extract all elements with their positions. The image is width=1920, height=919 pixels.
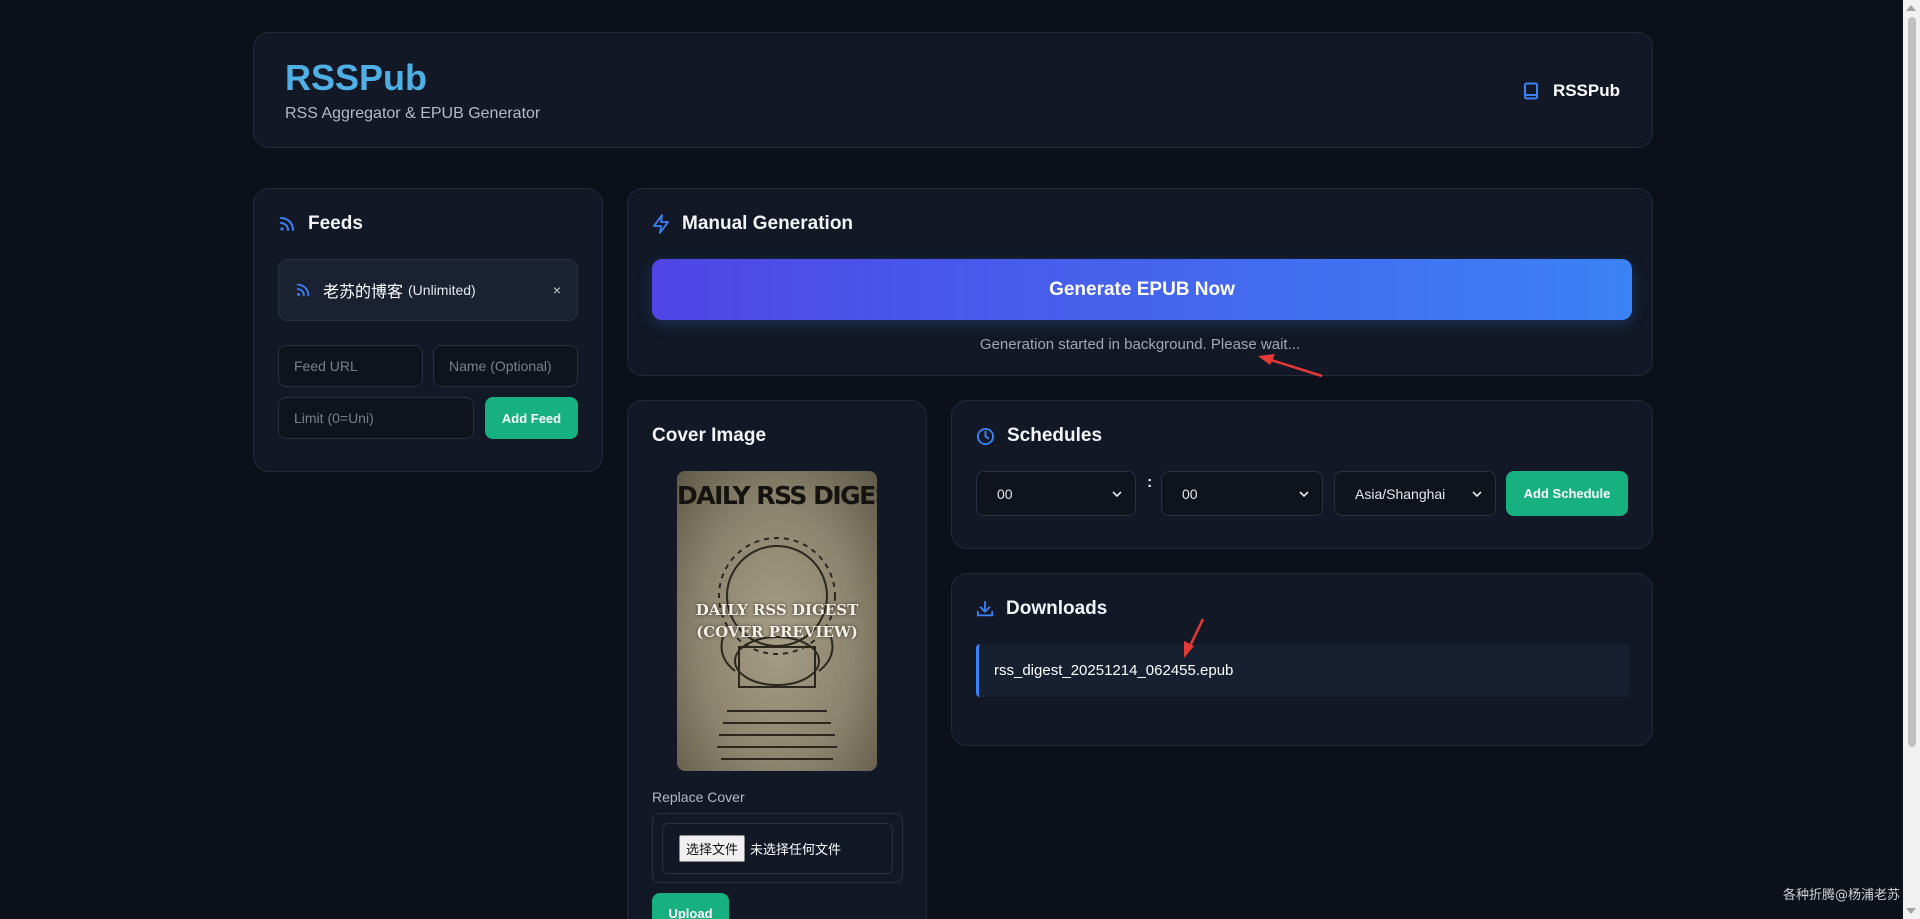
rss-icon bbox=[296, 283, 310, 297]
file-input[interactable]: 选择文件 未选择任何文件 bbox=[662, 823, 893, 874]
downloads-title: Downloads bbox=[1006, 598, 1108, 619]
lightning-icon bbox=[653, 214, 669, 234]
cover-image-heading: Cover Image bbox=[652, 425, 766, 447]
feed-list-item: 老苏的博客 (Unlimited) × bbox=[278, 259, 578, 321]
app-subtitle: RSS Aggregator & EPUB Generator bbox=[285, 105, 541, 122]
cover-image-title: Cover Image bbox=[652, 425, 767, 446]
manual-generation-title: Manual Generation bbox=[682, 213, 854, 234]
time-separator: : bbox=[1147, 474, 1153, 491]
minute-select-value: 00 bbox=[1182, 485, 1198, 502]
feed-limit-input[interactable] bbox=[278, 397, 474, 439]
scrollbar-thumb[interactable] bbox=[1908, 17, 1916, 747]
feeds-heading: Feeds bbox=[278, 213, 363, 235]
cover-caption-line1: DAILY RSS DIGEST bbox=[695, 601, 859, 619]
feed-limit: (Unlimited) bbox=[408, 282, 476, 298]
generation-status-text: Generation started in background. Please… bbox=[979, 336, 1301, 353]
generate-epub-button[interactable]: Generate EPUB Now bbox=[652, 259, 1632, 320]
schedules-heading: Schedules bbox=[976, 425, 1102, 447]
hour-select-value: 00 bbox=[997, 485, 1013, 502]
schedules-card: Schedules 00 : 00 Asia/Shanghai Add Sche… bbox=[951, 400, 1653, 549]
header-card: RSSPub RSS Aggregator & EPUB Generator R… bbox=[253, 32, 1653, 148]
chevron-down-icon bbox=[1472, 490, 1482, 497]
scroll-up-icon[interactable] bbox=[1906, 5, 1916, 11]
feed-name: 老苏的博客 bbox=[323, 284, 404, 301]
minute-select[interactable]: 00 bbox=[1161, 471, 1323, 516]
chevron-down-icon bbox=[1299, 490, 1309, 497]
chevron-down-icon bbox=[1112, 490, 1122, 497]
timezone-select[interactable]: Asia/Shanghai bbox=[1334, 471, 1496, 516]
feed-url-input[interactable] bbox=[278, 345, 423, 387]
manual-generation-card: Manual Generation Generate EPUB Now Gene… bbox=[627, 188, 1653, 376]
scroll-down-icon[interactable] bbox=[1906, 908, 1916, 914]
feeds-title: Feeds bbox=[308, 213, 363, 234]
replace-cover-label: Replace Cover bbox=[652, 789, 745, 805]
book-icon bbox=[1523, 82, 1538, 100]
page-scrollbar[interactable] bbox=[1903, 0, 1920, 919]
app-title: RSSPub bbox=[285, 57, 428, 98]
header-brand-label: RSSPub bbox=[1552, 81, 1620, 100]
cover-image-card: Cover Image DAILY RSS DIGEST DAILY RSS D… bbox=[627, 400, 927, 919]
add-feed-button[interactable]: Add Feed bbox=[485, 397, 578, 439]
cover-caption-line2: (COVER PREVIEW) bbox=[696, 623, 858, 641]
feeds-card: Feeds 老苏的博客 (Unlimited) × Add Feed bbox=[253, 188, 603, 472]
header-brand-link[interactable]: RSSPub bbox=[1523, 81, 1620, 101]
upload-cover-button[interactable]: Upload bbox=[652, 893, 729, 919]
timezone-select-value: Asia/Shanghai bbox=[1355, 485, 1446, 502]
clock-icon bbox=[976, 427, 995, 445]
choose-file-button[interactable]: 选择文件 bbox=[679, 835, 746, 862]
watermark-text: 各种折腾@杨浦老苏 bbox=[1782, 888, 1900, 903]
cover-preview-image: DAILY RSS DIGEST DAILY RSS DIGEST (COVER… bbox=[677, 471, 877, 771]
feed-name-input[interactable] bbox=[433, 345, 578, 387]
downloads-card: Downloads rss_digest_20251214_062455.epu… bbox=[951, 573, 1653, 746]
no-file-selected-text: 未选择任何文件 bbox=[750, 843, 842, 858]
hour-select[interactable]: 00 bbox=[976, 471, 1136, 516]
manual-generation-heading: Manual Generation bbox=[652, 213, 853, 235]
schedules-title: Schedules bbox=[1007, 425, 1103, 446]
download-icon bbox=[976, 600, 994, 617]
download-file-link[interactable]: rss_digest_20251214_062455.epub bbox=[976, 644, 1629, 697]
feed-remove-button[interactable]: × bbox=[553, 282, 561, 298]
app-viewport: RSSPub RSS Aggregator & EPUB Generator R… bbox=[0, 0, 1920, 919]
downloads-heading: Downloads bbox=[976, 598, 1107, 620]
add-schedule-button[interactable]: Add Schedule bbox=[1506, 471, 1628, 516]
cover-illustration bbox=[717, 537, 837, 760]
cover-file-picker: 选择文件 未选择任何文件 bbox=[652, 813, 903, 883]
rss-icon bbox=[280, 217, 294, 231]
